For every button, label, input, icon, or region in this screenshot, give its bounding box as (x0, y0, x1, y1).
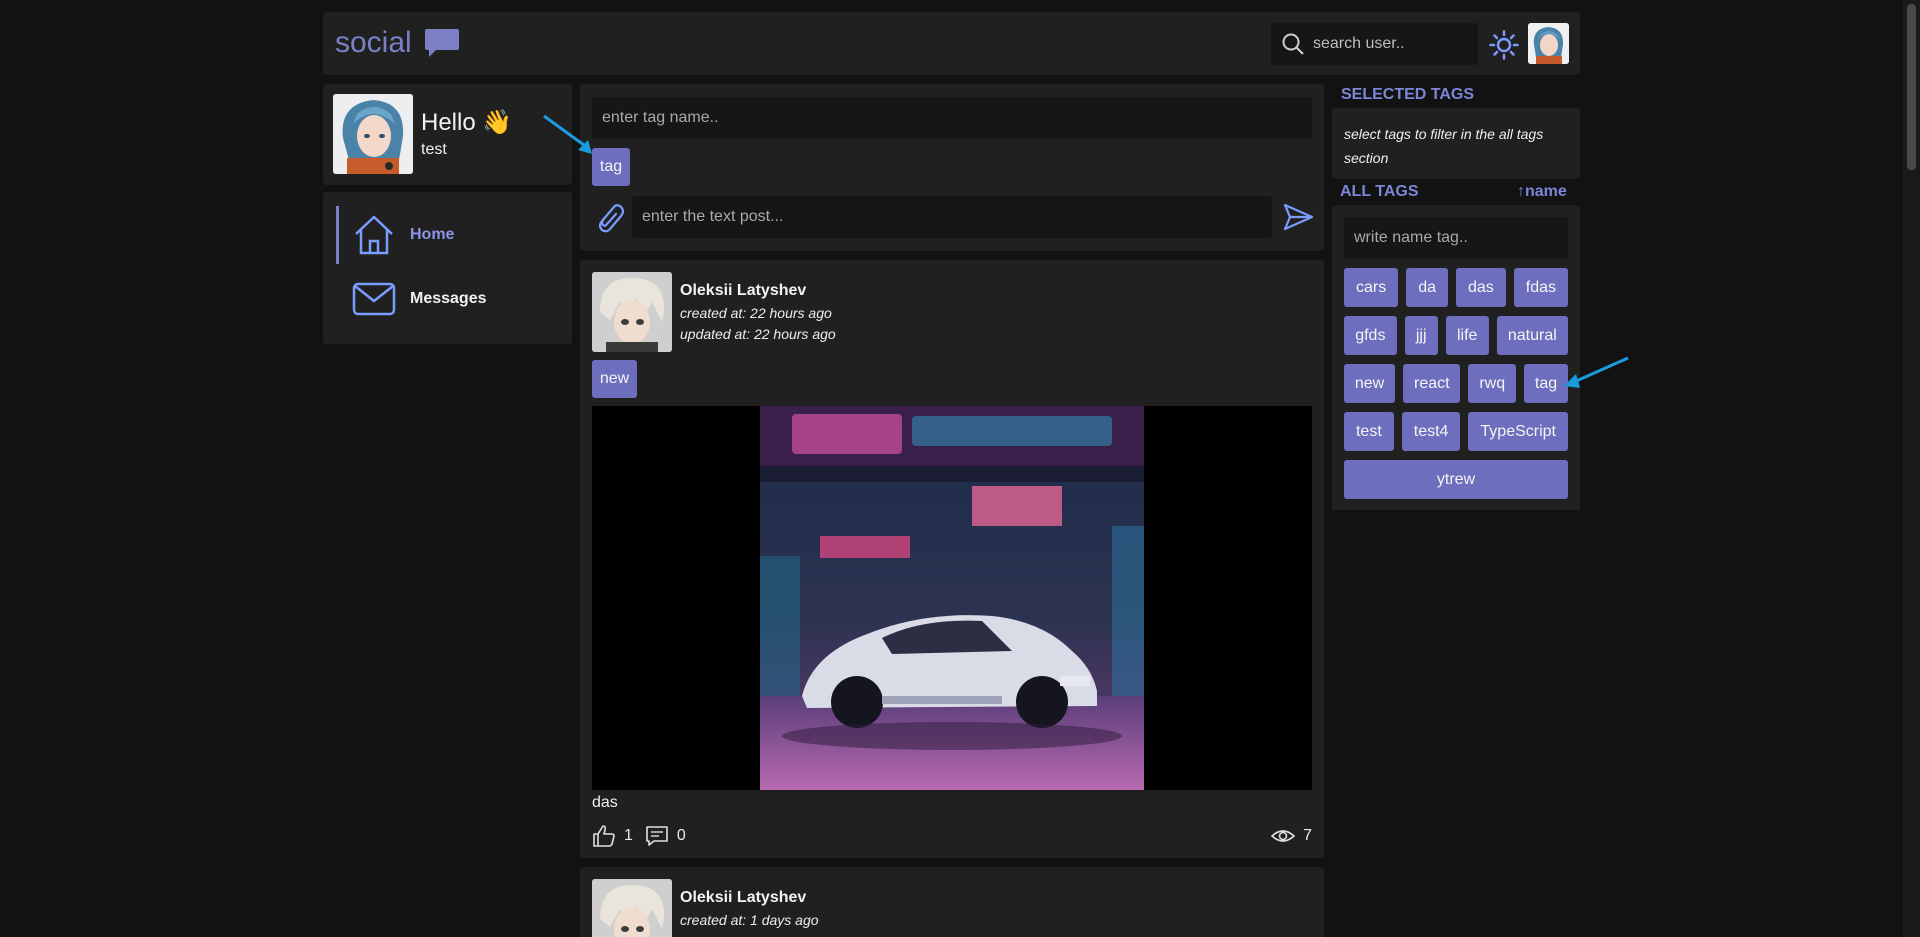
tag-natural[interactable]: natural (1496, 316, 1568, 355)
logo[interactable]: social (335, 26, 460, 60)
tag-row: new react rwq tag (1344, 364, 1569, 403)
car-photo (592, 406, 1312, 790)
tag-search-input[interactable] (1344, 217, 1568, 259)
page: social search user.. Hello 👋 test Home M… (0, 0, 1920, 937)
tag-test4[interactable]: test4 (1401, 412, 1461, 451)
search-user-input[interactable] (1313, 35, 1463, 53)
avatar-illustration (333, 94, 413, 174)
tag-cars[interactable]: cars (1344, 268, 1399, 307)
chat-bubble-icon (424, 29, 459, 57)
comment-icon (646, 826, 668, 846)
paperclip-icon[interactable] (594, 199, 624, 235)
post-card: Oleksii Latyshev created at: 1 days ago (580, 867, 1324, 937)
like-button[interactable]: 1 (592, 824, 633, 848)
search-icon (1282, 33, 1304, 55)
logo-text: social (335, 26, 412, 59)
send-icon[interactable] (1282, 201, 1314, 233)
tag-react[interactable]: react (1403, 364, 1461, 403)
tag-gfds[interactable]: gfds (1344, 316, 1397, 355)
thumbs-up-icon (593, 825, 615, 847)
greeting: Hello 👋 (421, 108, 512, 137)
tag-tag[interactable]: tag (1524, 364, 1569, 403)
post-author-avatar[interactable] (592, 272, 672, 352)
selected-tags-title: SELECTED TAGS (1341, 86, 1475, 103)
tag-row: cars da das fdas (1344, 268, 1569, 307)
tag-life[interactable]: life (1445, 316, 1489, 355)
top-header: social (323, 12, 1580, 75)
view-count: 7 (1303, 827, 1312, 844)
post-author-avatar[interactable] (592, 879, 672, 937)
tag-fdas[interactable]: fdas (1513, 268, 1569, 307)
views: 7 (1271, 824, 1312, 848)
tag-grid: cars da das fdas gfds jjj life natural n… (1344, 268, 1569, 508)
post-card: Oleksii Latyshev created at: 22 hours ag… (580, 260, 1324, 858)
tag-das[interactable]: das (1456, 268, 1506, 307)
tag-row: ytrew (1344, 460, 1568, 499)
tag-test[interactable]: test (1344, 412, 1394, 451)
composer-selected-tag[interactable]: tag (592, 148, 630, 186)
post-composer: tag (580, 84, 1324, 251)
tag-da[interactable]: da (1406, 268, 1448, 307)
profile-username: test (421, 141, 447, 158)
sort-by-name-button[interactable]: ↑name (1517, 183, 1567, 201)
avatar-illustration (592, 879, 672, 937)
profile-avatar[interactable] (333, 94, 413, 174)
tag-typescript[interactable]: TypeScript (1468, 412, 1568, 451)
nav-label-messages: Messages (410, 290, 487, 307)
nav-label-home: Home (410, 226, 455, 243)
user-avatar[interactable] (1528, 23, 1569, 64)
scrollbar-thumb[interactable] (1907, 4, 1916, 170)
tag-row: gfds jjj life natural (1344, 316, 1568, 355)
nav-item-home[interactable]: Home (336, 206, 566, 264)
tag-name-input[interactable] (592, 97, 1312, 139)
sun-icon[interactable] (1489, 30, 1519, 60)
selected-tags-card: select tags to filter in the all tags se… (1332, 108, 1580, 179)
post-created-at: created at: 22 hours ago (680, 305, 832, 321)
scrollbar[interactable] (1903, 0, 1920, 937)
tag-jjj[interactable]: jjj (1404, 316, 1438, 355)
mail-icon (352, 282, 396, 316)
all-tags-title: ALL TAGS (1340, 183, 1419, 200)
post-text: das (592, 794, 618, 811)
wave-emoji: 👋 (482, 109, 513, 136)
post-updated-at: updated at: 22 hours ago (680, 326, 836, 342)
comment-count: 0 (676, 827, 686, 844)
comment-button[interactable]: 0 (645, 824, 686, 848)
post-author-name[interactable]: Oleksii Latyshev (680, 889, 806, 907)
greeting-text: Hello (421, 109, 476, 136)
eye-icon (1271, 830, 1296, 842)
nav-item-messages[interactable]: Messages (336, 270, 566, 328)
nav-card: Home Messages (323, 192, 572, 344)
post-text-input[interactable] (632, 196, 1272, 238)
avatar-illustration (1528, 23, 1569, 64)
post-created-at: created at: 1 days ago (680, 912, 819, 928)
post-actions: 1 0 7 (592, 822, 1312, 850)
avatar-illustration (592, 272, 672, 352)
profile-card: Hello 👋 test (323, 84, 572, 185)
tag-ytrew[interactable]: ytrew (1344, 460, 1568, 499)
home-icon (355, 215, 393, 255)
tag-row: test test4 TypeScript (1344, 412, 1568, 451)
post-tag[interactable]: new (592, 360, 637, 398)
post-image[interactable] (592, 406, 1312, 790)
tag-new[interactable]: new (1344, 364, 1396, 403)
user-search (1271, 23, 1478, 65)
tag-rwq[interactable]: rwq (1468, 364, 1517, 403)
post-author-name[interactable]: Oleksii Latyshev (680, 282, 806, 300)
all-tags-card: cars da das fdas gfds jjj life natural n… (1332, 205, 1580, 510)
like-count: 1 (624, 827, 633, 844)
